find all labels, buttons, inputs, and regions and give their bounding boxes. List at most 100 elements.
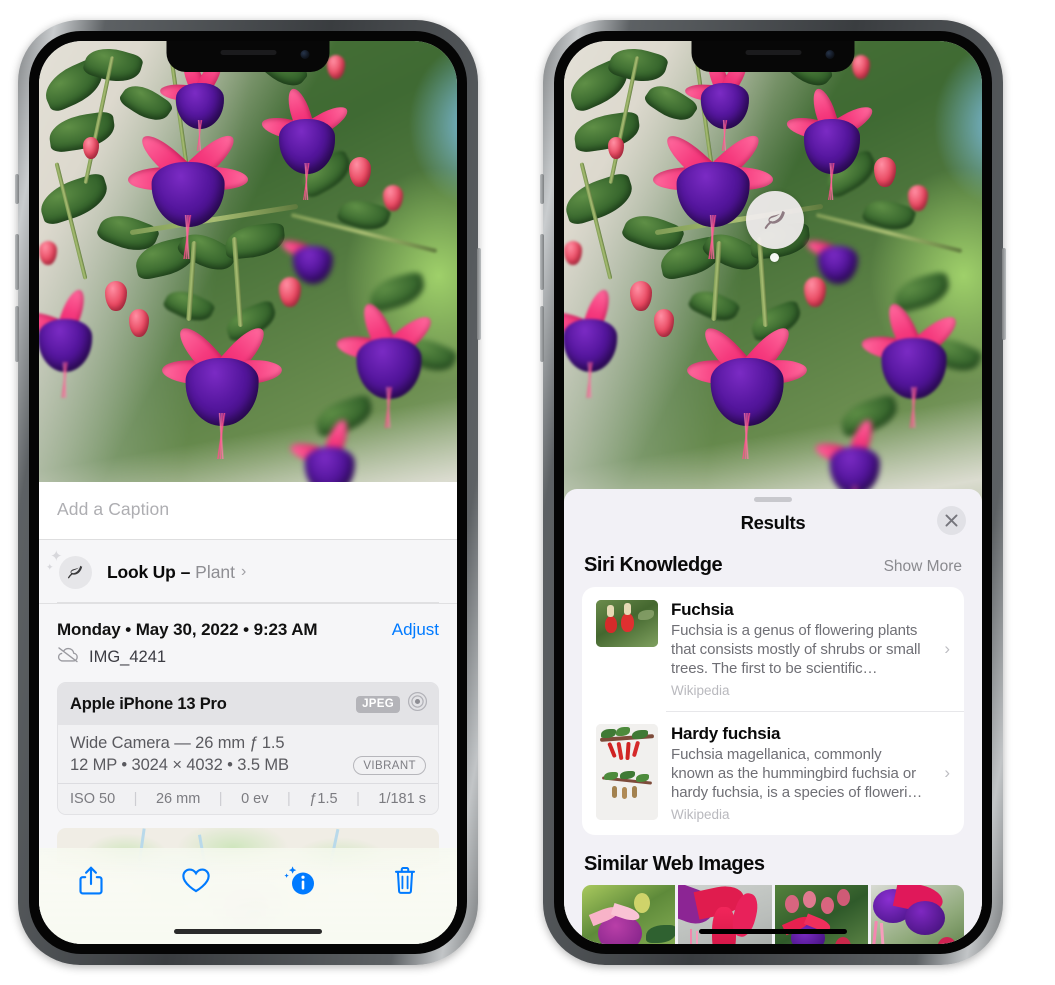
close-button[interactable]	[937, 506, 966, 535]
camera-card-body: Wide Camera — 26 mm ƒ 1.5 12 MP • 3024 ×…	[58, 725, 438, 783]
device-bezel-right: Results Siri Knowledge Show More Fuchsia…	[554, 31, 992, 954]
iphone-device-left: Add a Caption ✦ ✦ Look Up – Plant › Mond…	[15, 20, 481, 965]
format-badge: JPEG	[356, 695, 400, 713]
look-up-subject: Plant	[195, 561, 236, 582]
entry-description: Fuchsia magellanica, commonly known as t…	[671, 746, 923, 801]
hdr-lens-icon	[407, 691, 428, 717]
look-up-dash: –	[180, 561, 191, 582]
side-power-button[interactable]	[1002, 248, 1006, 340]
look-up-label: Look Up	[107, 561, 176, 582]
entry-thumbnail	[596, 724, 658, 820]
trash-icon	[393, 866, 417, 900]
entry-text: Hardy fuchsia Fuchsia magellanica, commo…	[671, 724, 931, 822]
similar-image-3[interactable]	[774, 885, 868, 944]
front-camera	[825, 50, 835, 59]
delete-button[interactable]	[376, 862, 434, 904]
share-icon	[78, 866, 104, 901]
size-spec-row: 12 MP • 3024 × 4032 • 3.5 MB VIBRANT	[70, 756, 426, 775]
volume-up-button[interactable]	[15, 234, 19, 290]
silent-switch[interactable]	[540, 174, 544, 204]
look-up-row[interactable]: ✦ ✦ Look Up – Plant ›	[39, 540, 457, 604]
similar-image-1[interactable]	[582, 885, 676, 944]
leaf-icon	[764, 210, 785, 229]
siri-knowledge-title: Siri Knowledge	[584, 554, 723, 576]
caption-placeholder[interactable]: Add a Caption	[57, 499, 439, 520]
chevron-right-icon: ›	[241, 563, 247, 580]
fuchsia-bloom	[782, 79, 882, 201]
entry-description: Fuchsia is a genus of flowering plants t…	[671, 622, 921, 677]
device-notch	[691, 41, 855, 72]
close-icon	[945, 514, 958, 527]
exif-focal-length: 26 mm	[155, 791, 201, 807]
similar-web-images-header: Similar Web Images	[564, 835, 982, 885]
file-row: IMG_4241	[39, 644, 457, 680]
date-row: Monday • May 30, 2022 • 9:23 AM Adjust	[39, 604, 457, 644]
knowledge-entry-hardy-fuchsia[interactable]: Hardy fuchsia Fuchsia magellanica, commo…	[582, 711, 964, 835]
adjust-button[interactable]: Adjust	[392, 620, 439, 640]
info-button[interactable]	[271, 862, 329, 904]
share-button[interactable]	[62, 862, 120, 904]
entry-title: Hardy fuchsia	[671, 724, 781, 743]
camera-model: Apple iPhone 13 Pro	[70, 694, 227, 713]
fuchsia-bloom	[564, 279, 638, 398]
fuchsia-bloom	[257, 79, 357, 201]
visual-look-up-badge[interactable]	[746, 191, 804, 249]
silent-switch[interactable]	[15, 174, 19, 204]
side-power-button[interactable]	[477, 248, 481, 340]
siri-knowledge-header: Siri Knowledge Show More	[564, 548, 982, 587]
fuchsia-bloom	[39, 279, 113, 398]
earpiece-speaker	[220, 50, 276, 55]
iphone-device-right: Results Siri Knowledge Show More Fuchsia…	[540, 20, 1006, 965]
favorite-button[interactable]	[167, 862, 225, 904]
visual-look-up-anchor-dot	[770, 253, 779, 262]
screenshot-stage: Add a Caption ✦ ✦ Look Up – Plant › Mond…	[0, 0, 1055, 985]
entry-text: Fuchsia Fuchsia is a genus of flowering …	[671, 600, 931, 698]
cloud-slash-icon	[57, 646, 80, 668]
photo-info-sheet: Add a Caption ✦ ✦ Look Up – Plant › Mond…	[39, 482, 457, 944]
screen-left: Add a Caption ✦ ✦ Look Up – Plant › Mond…	[39, 41, 457, 944]
siri-knowledge-card: Fuchsia Fuchsia is a genus of flowering …	[582, 587, 964, 835]
home-indicator[interactable]	[174, 929, 322, 934]
fuchsia-bloom	[331, 293, 447, 429]
similar-image-4[interactable]	[870, 885, 964, 944]
camera-header-badges: JPEG	[356, 691, 428, 717]
fuchsia-bloom	[277, 217, 349, 284]
image-size-spec: 12 MP • 3024 × 4032 • 3.5 MB	[70, 756, 289, 774]
home-indicator[interactable]	[699, 929, 847, 934]
exif-row: ISO 50 | 26 mm | 0 ev | ƒ1.5 | 1/181 s	[58, 783, 438, 814]
volume-up-button[interactable]	[540, 234, 544, 290]
entry-source: Wikipedia	[671, 807, 730, 822]
exif-iso: ISO 50	[70, 791, 116, 807]
chevron-right-icon: ›	[944, 763, 950, 782]
lens-spec: Wide Camera — 26 mm ƒ 1.5	[70, 734, 285, 752]
camera-card-header: Apple iPhone 13 Pro JPEG	[58, 683, 438, 725]
file-name: IMG_4241	[89, 647, 167, 666]
info-sparkle-icon	[283, 865, 317, 902]
entry-title: Fuchsia	[671, 600, 734, 619]
similar-web-images-row[interactable]	[564, 885, 982, 944]
similar-web-images-title: Similar Web Images	[584, 853, 765, 875]
volume-down-button[interactable]	[540, 306, 544, 362]
exif-aperture: ƒ1.5	[309, 791, 338, 807]
knowledge-entry-fuchsia[interactable]: Fuchsia Fuchsia is a genus of flowering …	[582, 587, 964, 711]
exif-separator: |	[218, 791, 223, 807]
results-sheet: Results Siri Knowledge Show More Fuchsia…	[564, 489, 982, 944]
earpiece-speaker	[745, 50, 801, 55]
screen-right: Results Siri Knowledge Show More Fuchsia…	[564, 41, 982, 944]
show-more-button[interactable]: Show More	[884, 558, 962, 576]
results-header: Results	[564, 502, 982, 548]
exif-separator: |	[287, 791, 291, 807]
front-camera	[300, 50, 310, 59]
results-title: Results	[740, 512, 806, 533]
entry-source: Wikipedia	[671, 683, 730, 698]
device-notch	[166, 41, 330, 72]
sparkle-icon: ✦	[46, 562, 54, 572]
fuchsia-bloom	[802, 217, 874, 284]
fuchsia-bloom	[682, 307, 812, 459]
photo-date: Monday • May 30, 2022 • 9:23 AM	[57, 620, 318, 639]
similar-image-2[interactable]	[678, 885, 772, 944]
exif-shutter-speed: 1/181 s	[378, 791, 426, 807]
fuchsia-bloom	[157, 307, 287, 459]
caption-field-row[interactable]: Add a Caption	[39, 482, 457, 540]
volume-down-button[interactable]	[15, 306, 19, 362]
